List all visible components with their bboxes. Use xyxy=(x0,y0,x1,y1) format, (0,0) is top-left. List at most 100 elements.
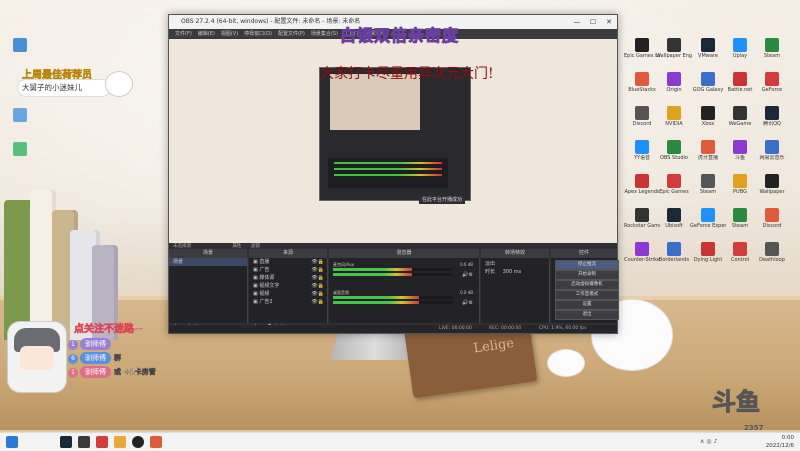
taskbar-app-icon[interactable] xyxy=(78,436,90,448)
desktop-icon[interactable]: Wallpaper xyxy=(754,174,790,195)
app-icon xyxy=(667,140,681,154)
source-item[interactable]: ▣ 媒体源 👁🔒 xyxy=(249,274,327,282)
desktop-icon-app[interactable] xyxy=(2,142,38,156)
desktop-icon[interactable]: Xbox xyxy=(690,106,726,127)
desktop-icon-label: Discord xyxy=(762,223,782,229)
desktop-icon[interactable]: Battle.net xyxy=(722,72,758,93)
desktop-icon-recycle[interactable] xyxy=(2,108,38,122)
menu-item[interactable]: 视图(V) xyxy=(221,31,238,37)
source-item[interactable]: ▣ 视频 👁🔒 xyxy=(249,290,327,298)
desktop-icon-label: GeForce xyxy=(761,87,783,93)
system-tray-icon[interactable]: ∧ ◎ ♪ xyxy=(700,438,717,445)
taskbar-obs-icon[interactable] xyxy=(132,436,144,448)
desktop-icon-label: PUBG xyxy=(733,189,747,195)
visibility-icon[interactable]: 👁🔒 xyxy=(311,282,324,290)
desktop-icon-label: 网易云音乐 xyxy=(759,155,785,161)
control-button[interactable]: 退出 xyxy=(555,310,619,320)
desktop-icon[interactable]: Steam xyxy=(690,174,726,195)
obs-title: OBS 27.2.4 (64-bit, windows) - 配置文件: 未命名… xyxy=(181,18,361,25)
desktop-icon[interactable]: YY语音 xyxy=(624,140,660,161)
menu-item[interactable]: 编辑(E) xyxy=(198,31,215,37)
desktop-icon[interactable]: PUBG xyxy=(722,174,758,195)
menu-item[interactable]: 文件(F) xyxy=(175,31,192,37)
desktop-icon[interactable]: WeGame xyxy=(722,106,758,127)
obs-window[interactable]: OBS 27.2.4 (64-bit, windows) - 配置文件: 未命名… xyxy=(168,14,619,334)
duration-value[interactable]: 300 ms xyxy=(503,269,522,275)
desktop-icon[interactable]: 腾讯QQ xyxy=(754,106,790,127)
desktop-icon[interactable]: GOG Galaxy xyxy=(690,72,726,93)
taskbar-app-icon[interactable] xyxy=(60,436,72,448)
control-button[interactable]: 停止推流 xyxy=(555,260,619,270)
source-item[interactable]: ▣ 广告2 👁🔒 xyxy=(249,298,327,306)
maximize-icon[interactable]: ☐ xyxy=(585,15,601,29)
taskbar-app-icon[interactable] xyxy=(114,436,126,448)
taskbar-clock[interactable]: 0:00 2022/12/6 xyxy=(766,434,794,450)
desktop-icon[interactable]: Dying Light xyxy=(690,242,726,263)
desktop-icon[interactable]: Discord xyxy=(754,208,790,229)
transition-mode[interactable]: 淡出 xyxy=(485,261,495,267)
desktop-icon[interactable]: Uplay xyxy=(722,38,758,59)
control-button[interactable]: 设置 xyxy=(555,300,619,310)
taskbar-app-icon[interactable] xyxy=(96,436,108,448)
desktop-icon[interactable]: Steam xyxy=(722,208,758,229)
desktop-icon[interactable]: 网易云音乐 xyxy=(754,140,790,161)
mixer-panel[interactable]: 麦克风/Aux 0.0 dB 🔊⚙ 桌面音频 0.0 dB 🔊⚙ xyxy=(329,258,480,323)
visibility-icon[interactable]: 👁🔒 xyxy=(311,290,324,298)
desktop-icon[interactable]: Epic Games Launcher xyxy=(624,38,660,59)
source-item[interactable]: ▣ 视频文字 👁🔒 xyxy=(249,282,327,290)
desktop-icon[interactable]: VMware xyxy=(690,38,726,59)
mixer-channel[interactable]: 麦克风/Aux 0.0 dB 🔊⚙ xyxy=(333,262,473,278)
volume-meter xyxy=(333,301,453,304)
minimize-icon[interactable]: — xyxy=(569,15,585,29)
desktop-icon[interactable]: Origin xyxy=(656,72,692,93)
control-button[interactable]: 启动虚拟摄像机 xyxy=(555,280,619,290)
source-item[interactable]: ▣ 广告 👁🔒 xyxy=(249,266,327,274)
desktop-icon[interactable]: Epic Games xyxy=(656,174,692,195)
windows-start-icon[interactable] xyxy=(6,436,18,448)
visibility-icon[interactable]: 👁🔒 xyxy=(311,258,324,266)
scene-item[interactable]: 场景 xyxy=(169,258,247,266)
desktop-icon[interactable]: OBS Studio xyxy=(656,140,692,161)
desktop-icon[interactable]: Wallpaper Engine xyxy=(656,38,692,59)
app-icon xyxy=(765,174,779,188)
rank-badge: 6 xyxy=(68,354,78,364)
control-button[interactable]: 开始录制 xyxy=(555,270,619,280)
menu-item[interactable]: 场景集合(S) xyxy=(311,31,338,37)
desktop-icon[interactable]: GeForce xyxy=(754,72,790,93)
desktop-icon-this-pc[interactable] xyxy=(2,38,38,52)
desktop-icon[interactable]: Counter-Strike xyxy=(624,242,660,263)
desktop-icon[interactable]: Ubisoft xyxy=(656,208,692,229)
visibility-icon[interactable]: 👁🔒 xyxy=(311,266,324,274)
desktop-icon[interactable]: Discord xyxy=(624,106,660,127)
desktop-icon[interactable]: Steam xyxy=(754,38,790,59)
visibility-icon[interactable]: 👁🔒 xyxy=(311,298,324,306)
desktop-icon[interactable]: Rockstar Games xyxy=(624,208,660,229)
desktop-icon[interactable]: Deathloop xyxy=(754,242,790,263)
scenes-panel[interactable]: 场景 xyxy=(169,258,248,323)
control-button[interactable]: 工作室模式 xyxy=(555,290,619,300)
taskbar-app-icon[interactable] xyxy=(150,436,162,448)
visibility-icon[interactable]: 👁🔒 xyxy=(311,274,324,282)
transitions-panel[interactable]: 淡出 时长 300 ms xyxy=(481,258,550,323)
desktop-icon[interactable]: BlueStacks xyxy=(624,72,660,93)
app-icon xyxy=(667,72,681,86)
mixer-channel[interactable]: 桌面音频 0.0 dB 🔊⚙ xyxy=(333,290,473,306)
desktop-icon[interactable]: 虎牙直播 xyxy=(690,140,726,161)
desktop-icon[interactable]: NVIDIA xyxy=(656,106,692,127)
source-item[interactable]: ▣ 直播 👁🔒 xyxy=(249,258,327,266)
mute-icon[interactable]: 🔊⚙ xyxy=(462,300,473,306)
mute-icon[interactable]: 🔊⚙ xyxy=(462,272,473,278)
desktop-icon[interactable]: GeForce Experience xyxy=(690,208,726,229)
desktop-icon[interactable]: Control xyxy=(722,242,758,263)
close-icon[interactable]: ✕ xyxy=(601,15,617,29)
desktop-icon-label: WeGame xyxy=(728,121,752,127)
menu-item[interactable]: 停靠窗口(D) xyxy=(244,31,272,37)
desktop-icon[interactable]: 斗鱼 xyxy=(722,140,758,161)
menu-item[interactable]: 配置文件(P) xyxy=(278,31,305,37)
obs-preview[interactable]: 大家打卡尽量用异次元大门! 在此平台开播成功 xyxy=(224,39,564,244)
desktop-icon-label: Epic Games xyxy=(659,189,689,195)
desktop-icon[interactable]: Borderlands xyxy=(656,242,692,263)
leaderboard-row: 1 驯师傅 xyxy=(68,338,111,350)
desktop-icon[interactable]: Apex Legends xyxy=(624,174,660,195)
sources-panel[interactable]: ▣ 直播 👁🔒 ▣ 广告 👁🔒 ▣ 媒体源 👁🔒 ▣ 视频文字 👁🔒 ▣ 视频 👁🔒 ▣ … xyxy=(249,258,328,323)
